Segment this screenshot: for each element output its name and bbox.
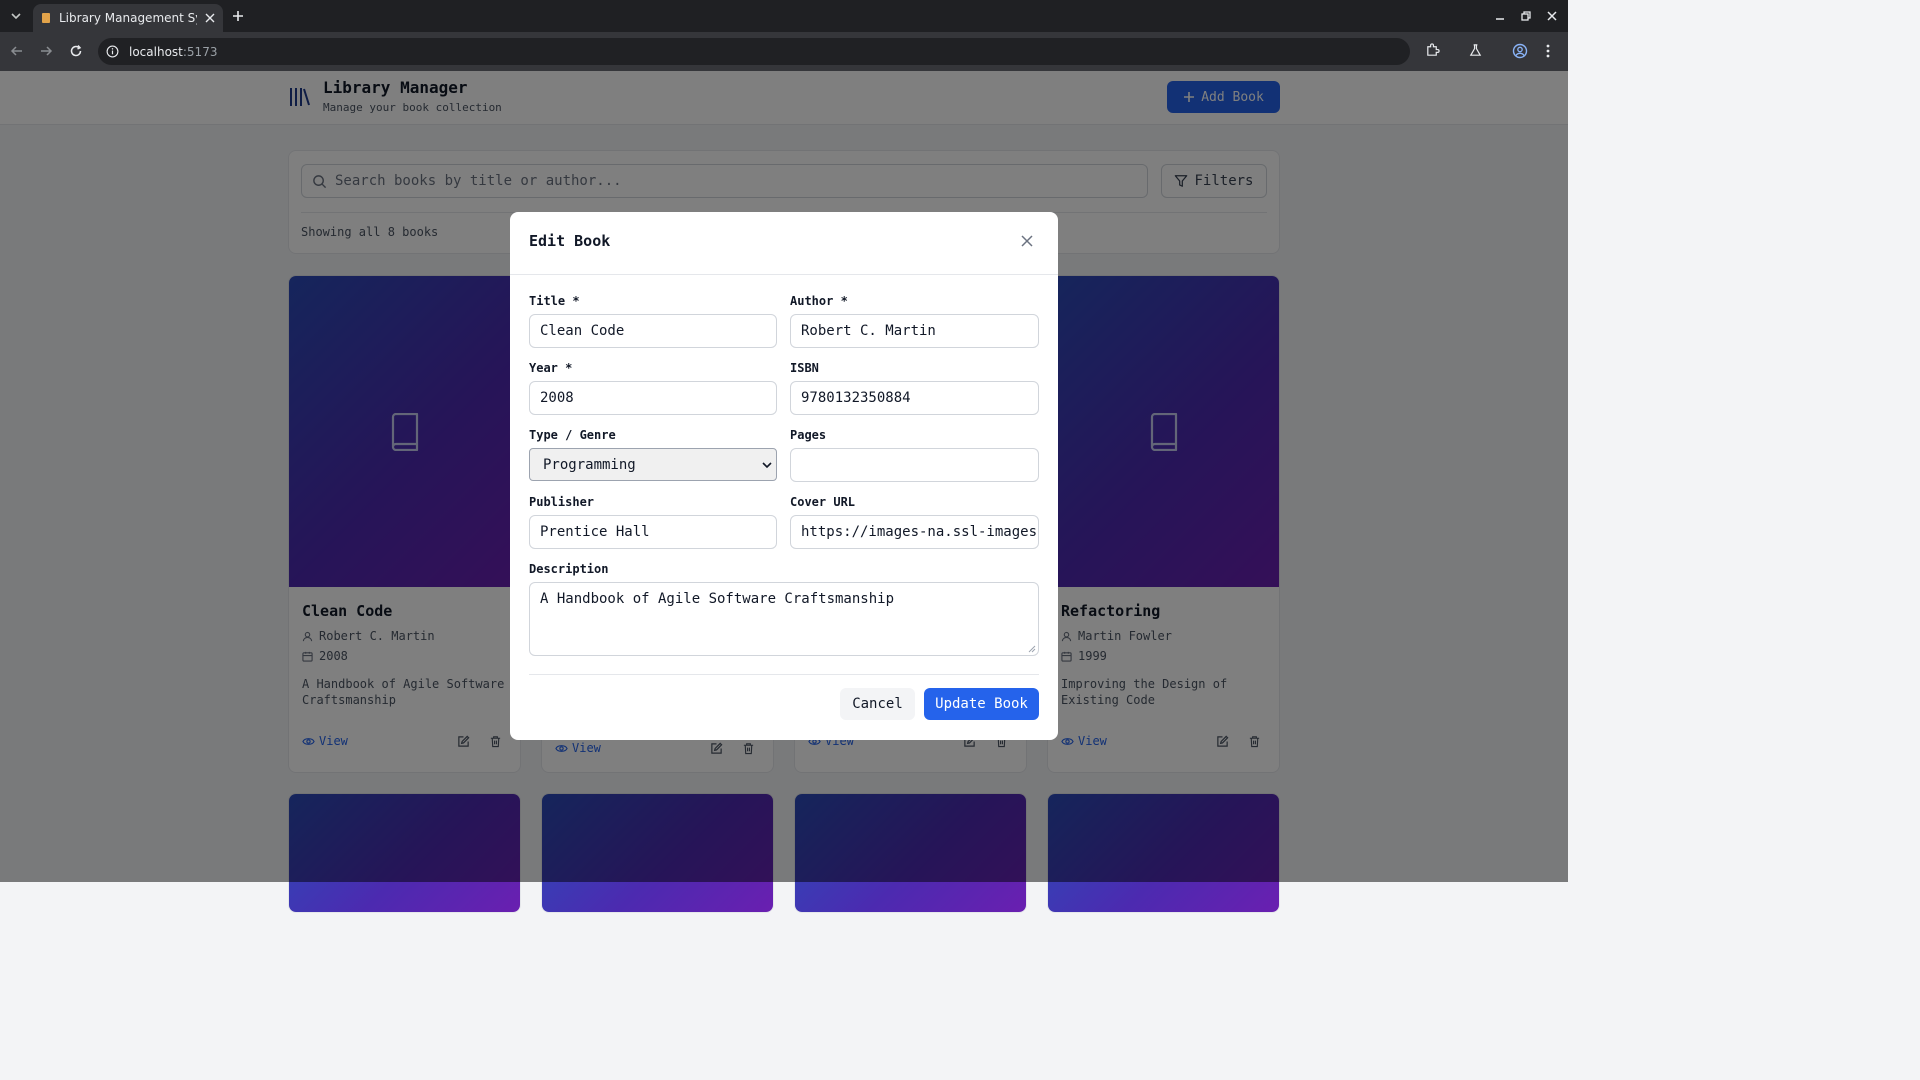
description-value: A Handbook of Agile Software Craftsmansh…	[540, 591, 895, 607]
url-text: localhost:5173	[129, 45, 217, 59]
chevron-down-icon	[762, 461, 772, 469]
profile-avatar-icon[interactable]	[1512, 43, 1528, 59]
favicon-icon	[41, 12, 51, 24]
year-label: Year *	[529, 361, 573, 375]
pages-label: Pages	[790, 428, 827, 442]
back-arrow-icon[interactable]	[10, 44, 24, 58]
window-close-icon[interactable]	[1546, 10, 1558, 22]
genre-label: Type / Genre	[529, 428, 616, 442]
title-field[interactable]: Clean Code	[529, 314, 777, 348]
browser-tab[interactable]: Library Management Sy	[33, 4, 223, 32]
cover-url-label: Cover URL	[790, 495, 856, 509]
restore-icon[interactable]	[1520, 10, 1532, 22]
genre-select[interactable]: Programming	[529, 448, 777, 481]
cover-url-field[interactable]: https://images-na.ssl-images-	[790, 515, 1039, 549]
tab-close-icon[interactable]	[205, 13, 215, 23]
publisher-field[interactable]: Prentice Hall	[529, 515, 777, 549]
title-label: Title *	[529, 294, 580, 308]
minimize-icon[interactable]	[1494, 10, 1506, 22]
edit-book-dialog: Edit Book Title * Clean Code Author * Ro…	[510, 212, 1058, 740]
author-label: Author *	[790, 294, 848, 308]
forward-arrow-icon[interactable]	[39, 44, 53, 58]
new-tab-plus-icon[interactable]	[231, 9, 245, 23]
tab-list-chevron-icon[interactable]	[9, 9, 23, 23]
isbn-field[interactable]: 9780132350884	[790, 381, 1039, 415]
address-bar[interactable]: localhost:5173	[98, 38, 1410, 65]
genre-selected-value: Programming	[543, 456, 636, 473]
isbn-label: ISBN	[790, 361, 819, 375]
modal-title: Edit Book	[529, 232, 611, 250]
close-icon[interactable]	[1020, 234, 1034, 248]
browser-menu-icon[interactable]	[1545, 43, 1551, 59]
browser-tab-bar: Library Management Sy	[0, 0, 1568, 32]
url-port: :5173	[182, 44, 218, 59]
description-label: Description	[529, 562, 609, 576]
resize-grip-icon[interactable]	[1028, 645, 1036, 653]
update-book-button[interactable]: Update Book	[924, 688, 1039, 720]
reload-icon[interactable]	[69, 44, 83, 58]
modal-footer-divider	[529, 674, 1039, 675]
site-info-icon[interactable]	[106, 45, 119, 58]
cancel-button[interactable]: Cancel	[840, 688, 915, 720]
extensions-icon[interactable]	[1425, 43, 1440, 58]
year-field[interactable]: 2008	[529, 381, 777, 415]
url-host: localhost	[129, 44, 183, 59]
modal-header-divider	[510, 274, 1058, 275]
tab-title: Library Management Sy	[59, 11, 197, 25]
publisher-label: Publisher	[529, 495, 595, 509]
labs-flask-icon[interactable]	[1468, 43, 1483, 58]
author-field[interactable]: Robert C. Martin	[790, 314, 1039, 348]
description-field[interactable]: A Handbook of Agile Software Craftsmansh…	[529, 582, 1039, 656]
pages-field[interactable]	[790, 448, 1039, 482]
